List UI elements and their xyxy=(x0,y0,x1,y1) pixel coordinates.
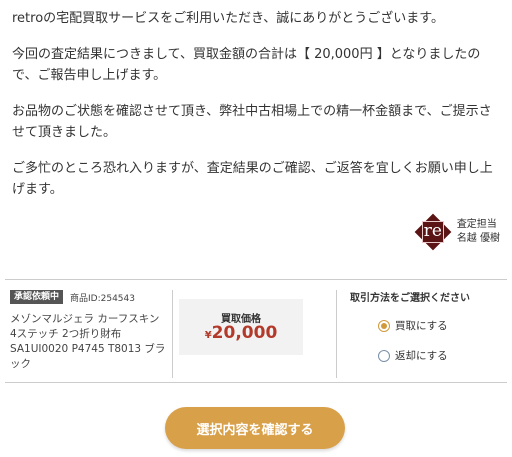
price-amount: 20,000 xyxy=(211,323,278,343)
product-name: メゾンマルジェラ カーフスキン 4ステッチ 2つ折り財布 SA1UI0020 P… xyxy=(10,313,166,370)
radio-return-control[interactable] xyxy=(378,349,390,362)
confirm-selection-button[interactable]: 選択内容を確認する xyxy=(165,407,345,449)
item-info: 承認依頼中 商品ID:254543 メゾンマルジェラ カーフスキン 4ステッチ … xyxy=(5,290,170,372)
inspector-signature: re 査定担当 名越 優樹 xyxy=(414,213,500,251)
radio-return[interactable]: 返却にする xyxy=(378,348,448,363)
message-paragraph: retroの宅配買取サービスをご利用いただき、誠にありがとうございます。 xyxy=(12,11,444,26)
message-paragraph: ご多忙のところ恐れ入りますが、査定結果のご確認、ご返答を宜しくお願い申し上げます… xyxy=(12,161,493,197)
radio-purchase-label[interactable]: 買取にする xyxy=(395,318,448,333)
divider xyxy=(336,290,337,378)
retro-logo: re xyxy=(414,213,452,251)
logo-text: re xyxy=(423,221,442,241)
message-paragraph: 今回の査定結果につきまして、買取金額の合計は【 20,000円 】となりましたの… xyxy=(12,47,481,83)
inspector-role: 査定担当 xyxy=(456,219,497,230)
price-value: ¥20,000 xyxy=(179,323,303,343)
status-badge: 承認依頼中 xyxy=(10,290,64,304)
product-id: 商品ID:254543 xyxy=(70,293,135,304)
item-panel: 承認依頼中 商品ID:254543 メゾンマルジェラ カーフスキン 4ステッチ … xyxy=(5,279,507,383)
price-currency: ¥ xyxy=(204,330,212,341)
message-body: retroの宅配買取サービスをご利用いただき、誠にありがとうございます。 今回の… xyxy=(12,8,504,215)
inspector-name: 名越 優樹 xyxy=(456,233,500,244)
divider xyxy=(172,290,173,378)
radio-return-label[interactable]: 返却にする xyxy=(395,348,448,363)
radio-purchase[interactable]: 買取にする xyxy=(378,318,448,333)
method-title: 取引方法をご選択ください xyxy=(350,293,470,304)
message-paragraph: お品物のご状態を確認させて頂き、弊社中古相場上での精一杯金額まで、ご提示させて頂… xyxy=(12,104,492,140)
radio-purchase-control[interactable] xyxy=(378,319,390,332)
price-box: 買取価格 ¥20,000 xyxy=(179,299,303,355)
